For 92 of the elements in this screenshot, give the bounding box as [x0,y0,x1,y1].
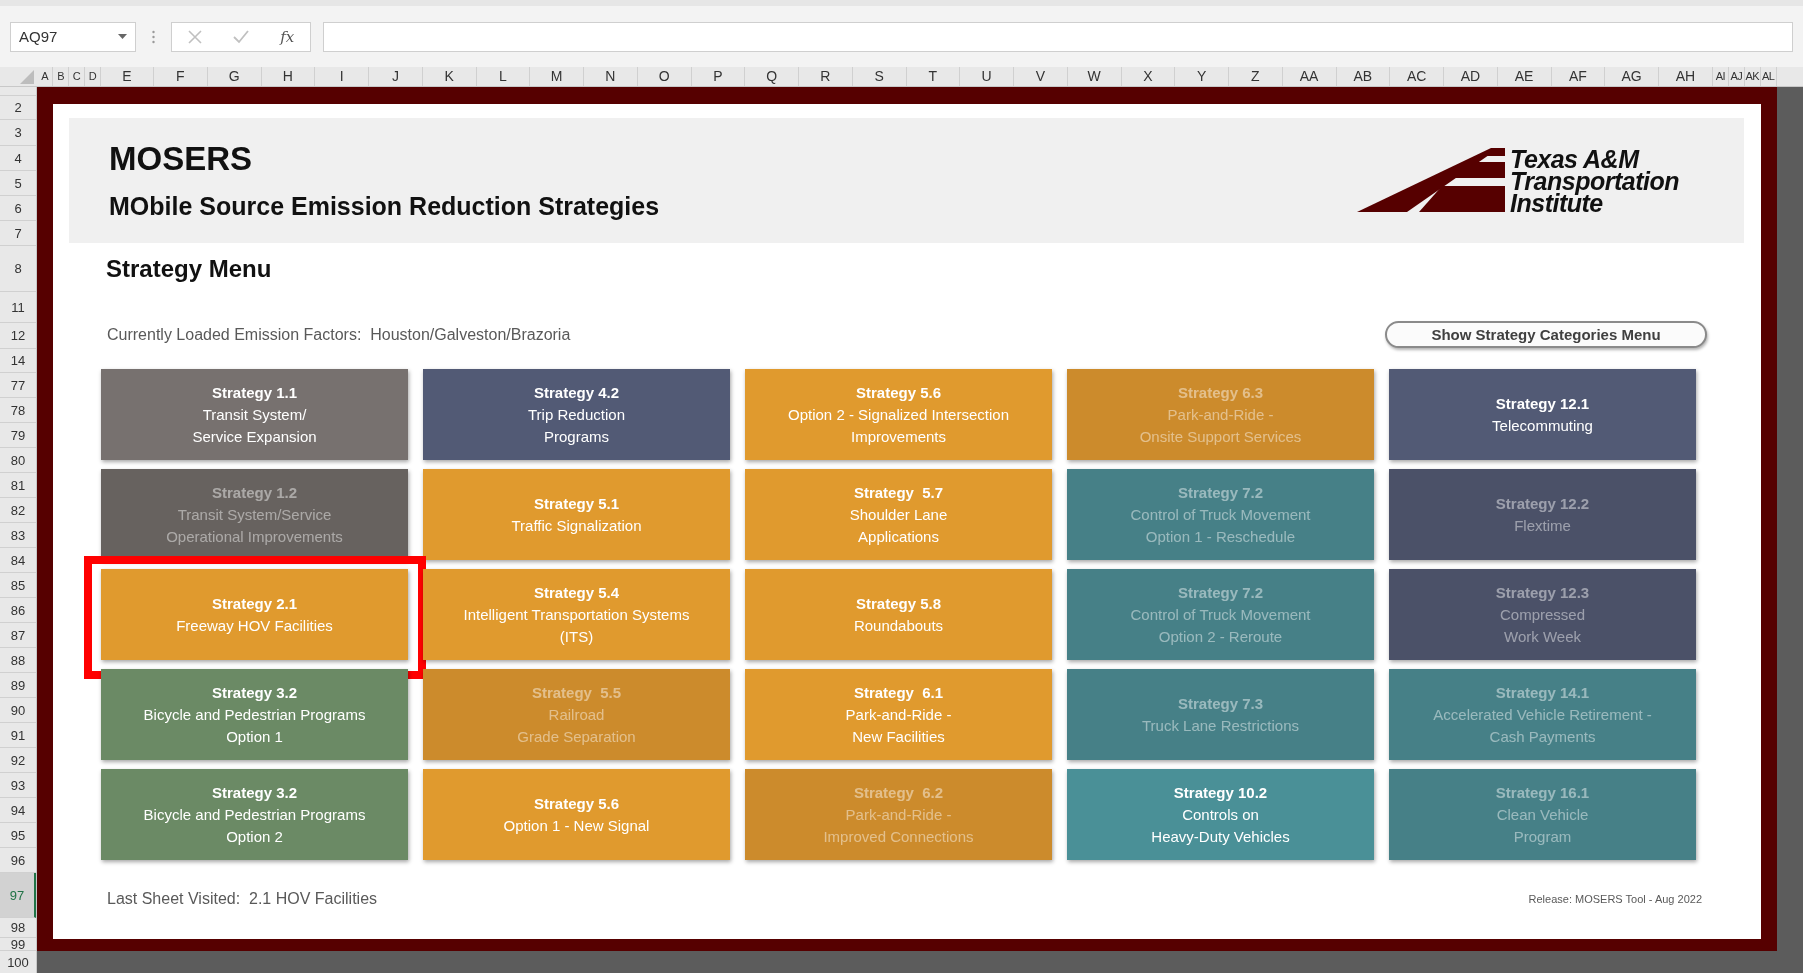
column-header[interactable]: W [1067,67,1122,86]
row-header[interactable]: 97 [0,873,36,918]
row-header[interactable]: 86 [0,598,36,623]
row-header[interactable]: 91 [0,723,36,748]
column-header[interactable]: U [960,67,1014,86]
column-header[interactable]: O [637,67,692,86]
column-header[interactable]: T [906,67,961,86]
row-header[interactable]: 4 [0,146,36,171]
row-header[interactable]: 3 [0,120,36,146]
row-header[interactable]: 12 [0,323,36,349]
row-header[interactable]: 6 [0,196,36,221]
strategy-tile[interactable]: Strategy 4.2 Trip Reduction Programs [423,369,730,460]
row-header[interactable]: 7 [0,221,36,246]
column-header[interactable]: R [799,67,853,86]
cancel-icon[interactable] [187,29,202,44]
row-header[interactable]: 11 [0,292,36,323]
row-header[interactable]: 14 [0,349,36,373]
row-header[interactable]: 77 [0,373,36,398]
column-header[interactable]: Z [1229,67,1283,86]
row-header[interactable]: 88 [0,648,36,673]
column-header[interactable]: A [37,67,53,86]
row-header[interactable]: 2 [0,96,36,120]
row-header[interactable]: 85 [0,573,36,598]
formula-field[interactable] [323,21,1793,52]
column-header[interactable]: D [85,67,101,86]
strategy-tile[interactable]: Strategy 3.2 Bicycle and Pedestrian Programs Option 1 [101,669,408,760]
caret-icon [118,34,127,39]
row-header[interactable]: 92 [0,748,36,773]
column-header[interactable]: Q [745,67,799,86]
row-header[interactable]: 82 [0,498,36,523]
column-header[interactable]: V [1014,67,1068,86]
check-icon[interactable] [233,29,249,44]
strategy-tile[interactable]: Strategy 3.2 Bicycle and Pedestrian Programs Option 2 [101,769,408,860]
row-header[interactable]: 79 [0,423,36,448]
last-sheet-label: Last Sheet Visited: 2.1 HOV Facilities [107,890,378,908]
column-header[interactable]: N [584,67,638,86]
row-header[interactable]: 78 [0,398,36,423]
emission-factors-label: Currently Loaded Emission Factors: Houston/Galveston/Brazoria [107,325,571,344]
column-header[interactable]: AI [1712,67,1729,86]
app-subtitle: MObile Source Emission Reduction Strategies [109,192,660,221]
column-header[interactable]: H [261,67,316,86]
column-header[interactable]: G [207,67,262,86]
release-label: Release: MOSERS Tool - Aug 2022 [1528,893,1702,905]
row-header[interactable]: 83 [0,523,36,548]
column-header[interactable]: L [476,67,531,86]
column-header[interactable]: F [154,67,208,86]
column-header[interactable]: AG [1605,67,1659,86]
section-title: Strategy Menu [106,255,273,283]
strategy-tile[interactable]: Strategy 12.1 Telecommuting [1389,369,1696,460]
column-header[interactable]: K [422,67,477,86]
row-header[interactable]: 5 [0,171,36,196]
row-header[interactable]: 93 [0,773,36,798]
row-header[interactable]: 95 [0,823,36,848]
show-categories-button[interactable]: Show Strategy Categories Menu [1385,321,1707,348]
name-box[interactable]: AQ97 [10,21,136,52]
column-header[interactable]: AL [1760,67,1777,86]
strategy-tile[interactable]: Strategy 1.1 Transit System/ Service Expansion [101,369,408,460]
grip-icon [152,29,155,44]
column-header[interactable]: S [852,67,907,86]
column-header[interactable]: B [53,67,69,86]
row-header[interactable]: 8 [0,246,36,292]
row-header[interactable]: 100 [0,951,36,973]
column-header[interactable]: AJ [1728,67,1745,86]
row-header[interactable]: 80 [0,448,36,473]
column-header[interactable]: AH [1659,67,1713,86]
row-header[interactable]: 94 [0,798,36,823]
column-header[interactable]: E [101,67,154,86]
logo-text: Texas A&M [1510,147,1640,170]
column-header[interactable]: X [1121,67,1176,86]
app-title: MOSERS [109,140,254,178]
row-header[interactable]: 90 [0,698,36,723]
row-header[interactable]: 98 [0,918,36,938]
column-header[interactable]: I [315,67,369,86]
column-header[interactable]: AF [1551,67,1606,86]
row-header[interactable]: 89 [0,673,36,698]
row-header[interactable]: 87 [0,623,36,648]
column-header[interactable]: AK [1744,67,1761,86]
row-header[interactable]: 84 [0,548,36,573]
column-header[interactable]: Y [1175,67,1229,86]
column-header[interactable]: J [369,67,423,86]
column-header[interactable]: AA [1282,67,1337,86]
column-header[interactable]: AE [1497,67,1552,86]
column-header[interactable]: AD [1444,67,1498,86]
column-header[interactable]: AC [1390,67,1444,86]
column-header[interactable]: AB [1336,67,1391,86]
column-header[interactable]: M [530,67,584,86]
strategy-tile[interactable]: Strategy 10.2 Controls on Heavy-Duty Vehicles [1067,769,1374,860]
row-header[interactable]: 99 [0,938,36,951]
column-header[interactable]: C [69,67,85,86]
row-header[interactable]: 81 [0,473,36,498]
column-header[interactable]: P [691,67,746,86]
insert-function-button[interactable]: fx [280,27,295,46]
